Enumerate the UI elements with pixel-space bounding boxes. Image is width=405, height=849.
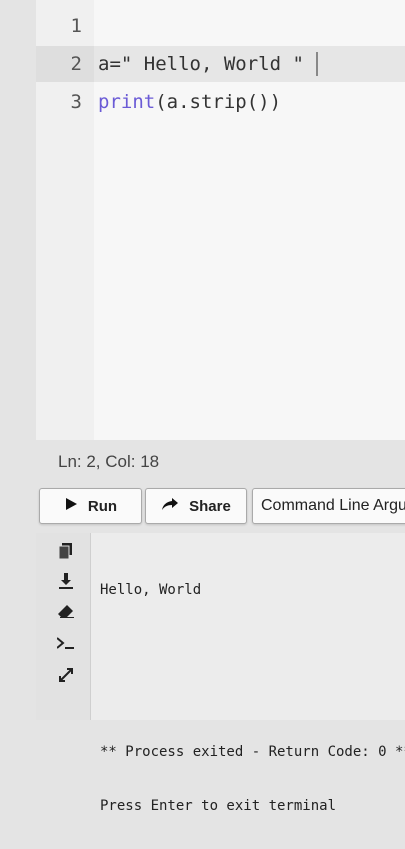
line-number: 3 [70,91,82,113]
run-button[interactable]: Run [39,488,142,524]
copy-icon[interactable] [56,541,76,561]
code-text: print(a.strip()) [98,84,281,120]
args-label: Command Line Arguments [261,497,405,514]
code-rest: (a.strip()) [155,91,282,113]
output-line: Hello, World [100,582,202,598]
expand-icon[interactable] [56,665,76,685]
code-line-1[interactable]: 1 [36,8,405,44]
line-number: 1 [70,15,82,37]
share-button[interactable]: Share [145,488,247,524]
code-text: a=" Hello, World " [98,53,304,75]
command-line-args-button[interactable]: Command Line Arguments [252,488,405,524]
share-label: Share [189,497,231,515]
terminal-icon[interactable] [56,633,76,653]
code-editor[interactable]: 1 2 a=" Hello, World " 3 print(a.strip()… [36,0,405,440]
terminal-panel[interactable]: Hello, World ** Process exited - Return … [36,533,405,814]
code-line-2[interactable]: 2 a=" Hello, World " [36,46,405,82]
terminal-output: Hello, World ** Process exited - Return … [100,547,405,849]
download-icon[interactable] [56,571,76,591]
run-label: Run [87,497,118,515]
code-line-3[interactable]: 3 print(a.strip()) [36,84,405,120]
process-exit-line: ** Process exited - Return Code: 0 ** [100,744,405,760]
play-icon [64,497,78,515]
terminal-sidebar [36,533,91,720]
text-cursor [316,52,318,76]
keyword-print: print [98,91,156,113]
share-icon [161,497,179,515]
line-number: 2 [36,46,94,82]
press-enter-line: Press Enter to exit terminal [100,798,337,814]
cursor-position-status: Ln: 2, Col: 18 [58,452,160,471]
eraser-icon[interactable] [56,601,76,621]
toolbar: Run Share Command Line Arguments [36,484,405,530]
